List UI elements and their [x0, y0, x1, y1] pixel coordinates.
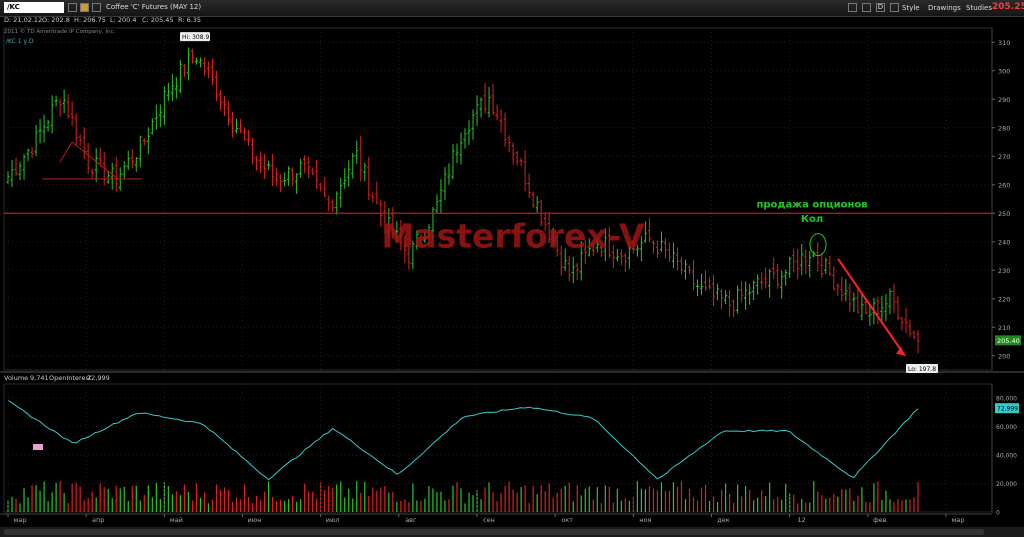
price-tick-label: 270: [998, 153, 1010, 161]
chart-canvas[interactable]: 200 210 220 230 240 250 260 270 280 290 300 310 80,…: [0, 0, 1024, 537]
price-tick-label: 260: [998, 181, 1010, 189]
price-tick-label: 240: [998, 238, 1010, 246]
x-tick-label: июн: [248, 516, 262, 524]
x-tick-label: май: [170, 516, 183, 524]
x-tick-label: 12: [798, 516, 806, 524]
scrollbar-thumb: [4, 529, 984, 535]
volume-tick-label: 20,000: [996, 481, 1017, 488]
price-tick-label: 230: [998, 267, 1010, 275]
hi-label: Hi: 308.9: [182, 34, 209, 41]
x-tick-label: дек: [717, 516, 729, 524]
x-tick-label: окт: [561, 516, 573, 524]
price-tick-label: 200: [998, 352, 1010, 360]
volume-label: Volume: [4, 374, 28, 382]
current-price-tag: 205.40: [997, 337, 1020, 345]
x-tick-label: ноя: [639, 516, 651, 524]
x-tick-label: апр: [92, 516, 104, 524]
x-tick-label: авг: [405, 516, 417, 524]
annotation-text-line1: продажа опционов: [756, 200, 867, 211]
volume-tick-label: 40,000: [996, 453, 1017, 460]
price-tick-label: 220: [998, 295, 1010, 303]
lo-label: Lo: 197.8: [908, 366, 936, 373]
x-tick-label: мар: [951, 516, 964, 524]
oi-value: 72,999: [87, 374, 110, 382]
oi-label: OpenInterest: [49, 374, 92, 382]
watermark-text: Masterforex-V: [382, 216, 645, 255]
copyright-text: 2011 © TD Ameritrade IP Company, Inc.: [4, 28, 116, 35]
price-tick-label: 210: [998, 324, 1010, 332]
price-tick-label: 310: [998, 39, 1010, 47]
price-tick-label: 250: [998, 210, 1010, 218]
price-tick-label: 300: [998, 67, 1010, 75]
x-tick-label: фев: [873, 516, 887, 524]
price-panel-label: /KC 1 y D: [6, 38, 34, 45]
volume-tick-label: 0: [996, 510, 1000, 517]
annotation-text-line2: Кол: [801, 214, 823, 225]
volume-value: 9,741: [30, 374, 49, 382]
oi-tag: 72,999: [997, 406, 1018, 413]
x-tick-label: июл: [326, 516, 340, 524]
volume-tick-label: 60,000: [996, 424, 1017, 431]
x-tick-label: сен: [483, 516, 495, 524]
legend-swatch: [33, 444, 43, 450]
price-tick-label: 280: [998, 124, 1010, 132]
x-tick-label: мар: [13, 516, 26, 524]
volume-tick-label: 80,000: [996, 396, 1017, 403]
price-tick-label: 290: [998, 96, 1010, 104]
